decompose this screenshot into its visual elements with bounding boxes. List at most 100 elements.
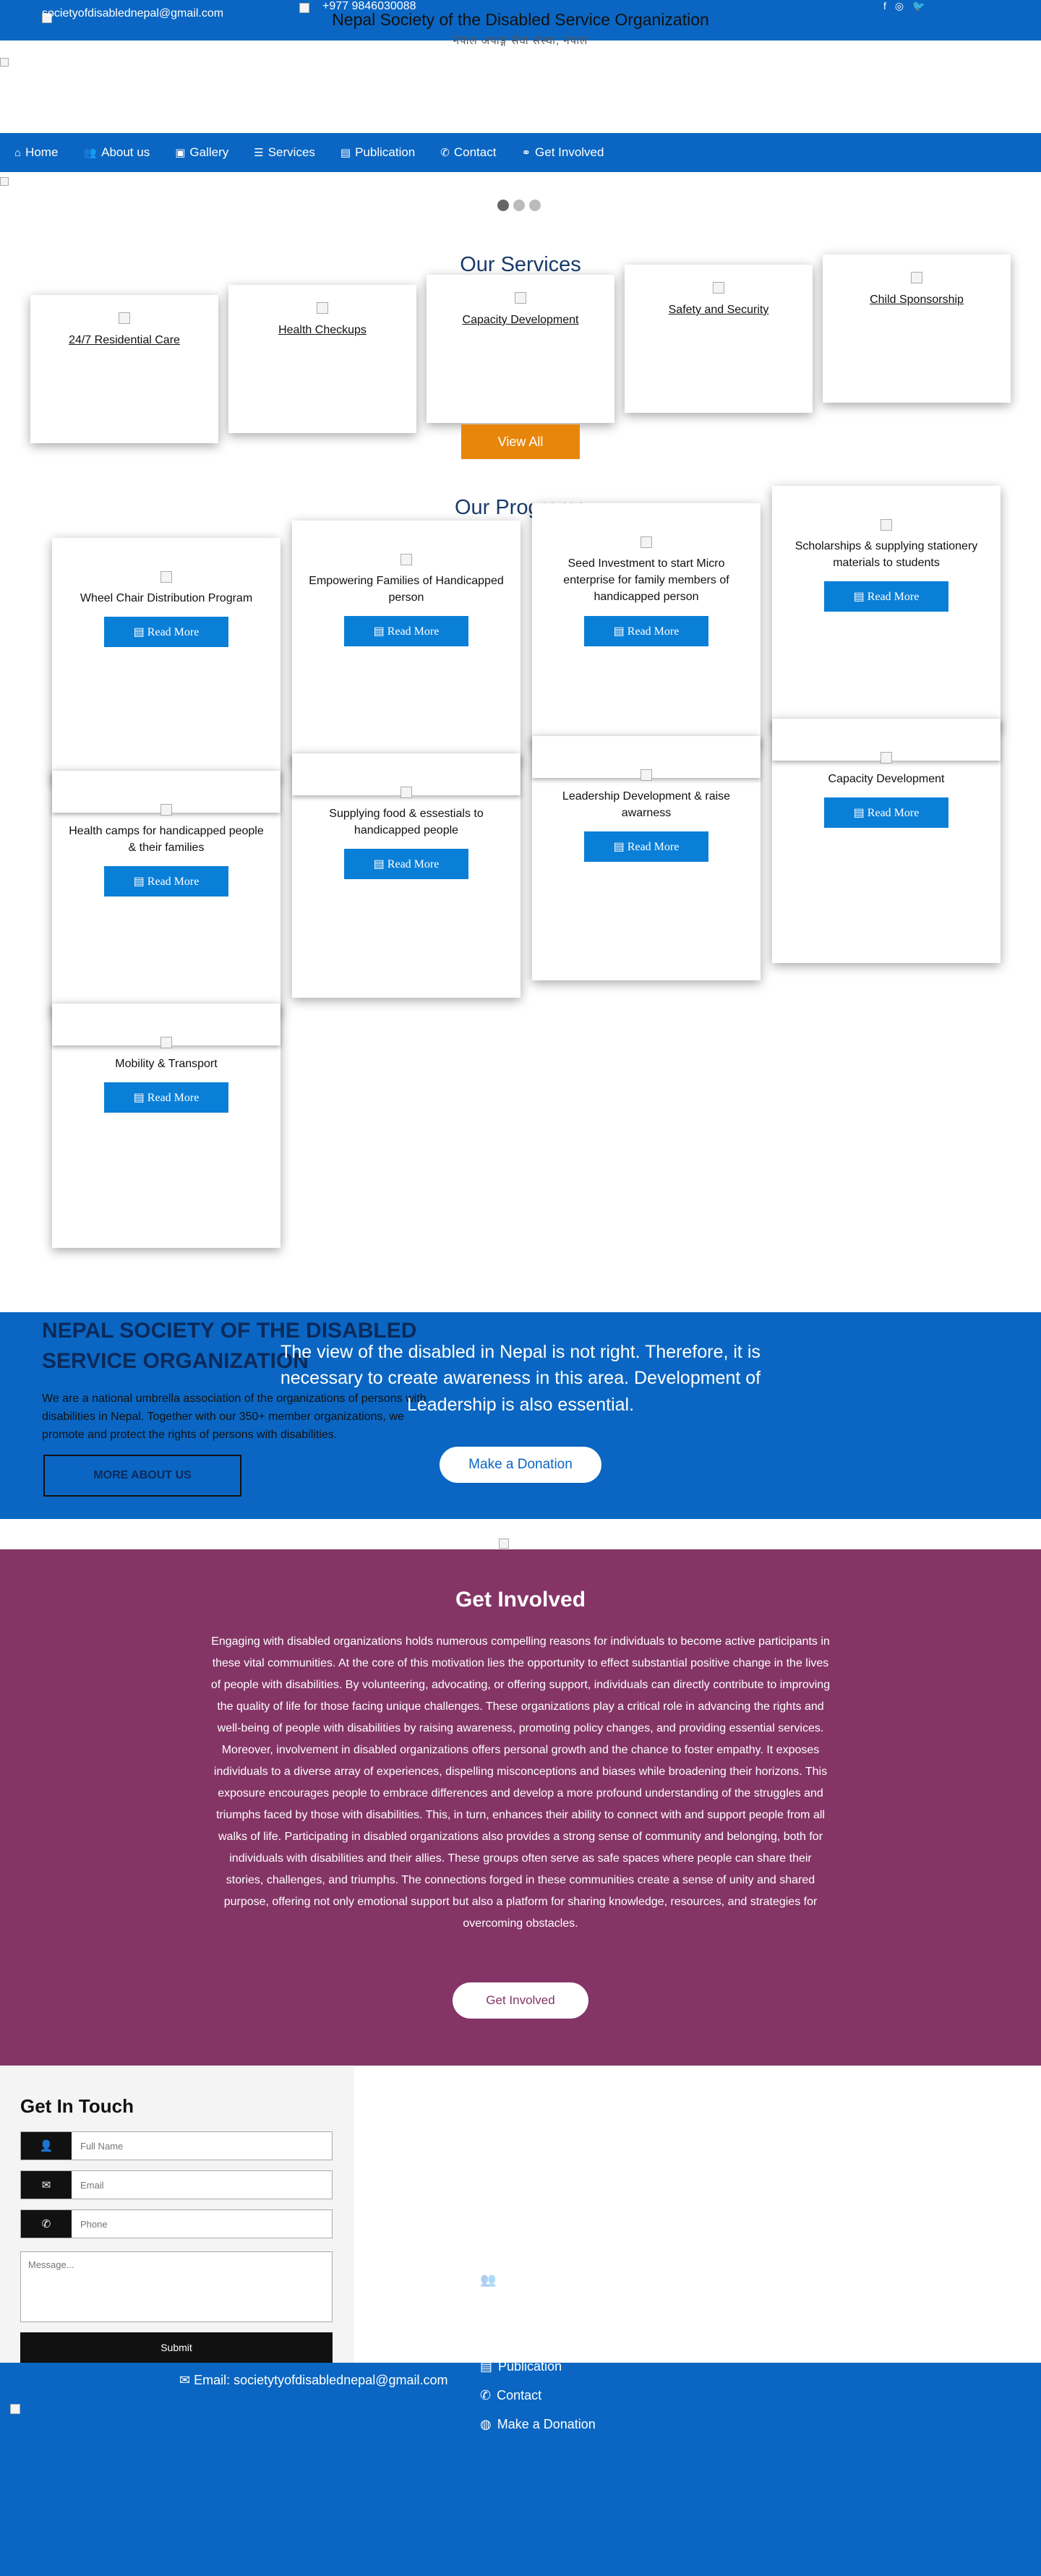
read-more-label: Read More — [627, 625, 680, 638]
program-image — [641, 536, 652, 548]
nav-gallery[interactable]: ▣ Gallery — [175, 145, 228, 160]
footer-link-publication[interactable]: ▤ Publication — [480, 2359, 562, 2374]
footer-link-label: Make a Donation — [497, 2417, 596, 2431]
read-more-label: Read More — [867, 807, 920, 820]
list-icon: ☰ — [254, 147, 264, 159]
submit-button[interactable]: Submit — [20, 2332, 333, 2363]
read-more-button[interactable]: ▤ Read More — [104, 1082, 228, 1113]
main-nav: ⌂ Home 👥 About us ▣ Gallery ☰ Services ▤ Publicat… — [0, 133, 1041, 172]
email-input[interactable] — [72, 2171, 332, 2199]
service-link[interactable]: Safety and Security — [625, 304, 813, 317]
book-icon: ▤ — [133, 1092, 147, 1105]
read-more-button[interactable]: ▤ Read More — [104, 617, 228, 648]
program-image — [881, 519, 892, 531]
service-link[interactable]: 24/7 Residential Care — [30, 334, 218, 347]
envelope-icon: ✉ — [179, 2373, 194, 2387]
fullname-input[interactable] — [72, 2132, 332, 2160]
footer-link-contact[interactable]: ✆ Contact — [480, 2388, 541, 2403]
read-more-label: Read More — [147, 876, 200, 889]
carousel-dot[interactable] — [529, 200, 541, 211]
nav-label: Publication — [355, 145, 416, 159]
book-icon: ▤ — [133, 876, 147, 889]
program-title: Scholarships & supplying stationery mate… — [794, 540, 978, 570]
service-link[interactable]: Health Checkups — [228, 324, 416, 337]
org-name: Nepal Society of the Disabled Service Or… — [332, 10, 709, 29]
book-icon: ▤ — [133, 626, 147, 639]
program-title: Empowering Families of Handicapped perso… — [309, 575, 504, 604]
program-title: Supplying food & essestials to handicapp… — [329, 808, 484, 837]
phone-input[interactable] — [72, 2210, 332, 2238]
footer-email[interactable]: ✉ Email: societytyofdisablednepal@gmail.… — [179, 2373, 448, 2388]
book-icon: ▤ — [613, 625, 627, 638]
read-more-button[interactable]: ▤ Read More — [344, 616, 468, 647]
nav-get-involved[interactable]: ⚭ Get Involved — [521, 145, 604, 160]
message-input[interactable] — [20, 2251, 333, 2322]
service-image — [911, 272, 922, 283]
nav-label: Home — [25, 145, 59, 159]
footer-link-icon: ▤ — [480, 2359, 493, 2374]
banner-image — [0, 58, 9, 67]
carousel-image — [0, 177, 9, 186]
divider-image — [499, 1539, 509, 1549]
nav-home[interactable]: ⌂ Home — [14, 145, 58, 160]
nav-label: Get Involved — [535, 145, 604, 159]
program-title: Capacity Development — [828, 773, 945, 785]
program-image — [160, 804, 172, 816]
service-card[interactable]: Safety and Security — [625, 265, 813, 413]
program-card: Empowering Families of Handicapped perso… — [292, 521, 520, 765]
program-title: Leadership Development & raise awarness — [562, 790, 731, 820]
footer-link-about-us[interactable]: 👥 About us — [480, 2272, 553, 2288]
nav-publication[interactable]: ▤ Publication — [340, 145, 415, 160]
read-more-label: Read More — [387, 625, 440, 638]
get-involved-button[interactable]: Get Involved — [453, 1982, 588, 2019]
read-more-label: Read More — [867, 591, 920, 604]
footer-email-text: Email: societytyofdisablednepal@gmail.co… — [194, 2373, 448, 2387]
program-image — [160, 571, 172, 583]
nav-services[interactable]: ☰ Services — [254, 145, 315, 160]
service-card[interactable]: Health Checkups — [228, 285, 416, 433]
read-more-button[interactable]: ▤ Read More — [104, 866, 228, 897]
nav-contact[interactable]: ✆ Contact — [440, 145, 496, 160]
user-icon: 👤 — [21, 2132, 72, 2160]
read-more-button[interactable]: ▤ Read More — [584, 831, 708, 863]
read-more-label: Read More — [387, 858, 440, 871]
carousel-dot[interactable] — [497, 200, 509, 211]
program-title: Wheel Chair Distribution Program — [80, 592, 253, 604]
email-field: ✉ — [20, 2170, 333, 2199]
read-more-label: Read More — [147, 626, 200, 639]
program-card: Health camps for handicapped people & th… — [52, 771, 280, 1015]
program-card: Mobility & Transport ▤ Read More — [52, 1004, 280, 1248]
phone-field: ✆ — [20, 2209, 333, 2238]
service-link[interactable]: Child Sponsorship — [823, 294, 1011, 307]
footer-link-gallery[interactable]: ▣ Gallery — [480, 2301, 539, 2316]
read-more-label: Read More — [147, 1092, 200, 1105]
book-icon: ▤ — [853, 807, 868, 820]
program-title: Health camps for handicapped people & th… — [69, 825, 264, 855]
program-title: Seed Investment to start Micro enterpris… — [563, 557, 729, 604]
nav-about-us[interactable]: 👥 About us — [83, 145, 150, 160]
service-card[interactable]: 24/7 Residential Care — [30, 295, 218, 443]
program-image — [400, 554, 412, 565]
service-card[interactable]: Capacity Development — [427, 275, 614, 423]
donate-button[interactable]: Make a Donation — [440, 1447, 601, 1483]
view-all-button[interactable]: View All — [461, 424, 580, 459]
carousel-dot[interactable] — [513, 200, 525, 211]
read-more-button[interactable]: ▤ Read More — [824, 581, 948, 612]
program-image — [881, 752, 892, 763]
footer-link-icon: ✆ — [480, 2388, 492, 2402]
program-title: Mobility & Transport — [115, 1058, 218, 1070]
service-card[interactable]: Child Sponsorship — [823, 254, 1011, 403]
envelope-icon: ✉ — [21, 2171, 72, 2199]
footer-link-services[interactable]: ☰ Services — [480, 2330, 547, 2345]
more-about-button[interactable]: MORE ABOUT US — [43, 1455, 241, 1497]
footer-link-make-a-donation[interactable]: ◍ Make a Donation — [480, 2417, 596, 2432]
program-card: Seed Investment to start Micro enterpris… — [532, 503, 761, 748]
read-more-button[interactable]: ▤ Read More — [344, 849, 468, 880]
phone-icon: ✆ — [21, 2210, 72, 2238]
service-link[interactable]: Capacity Development — [427, 314, 614, 327]
carousel-dots — [497, 200, 541, 211]
read-more-button[interactable]: ▤ Read More — [584, 615, 708, 646]
footer-link-home[interactable]: ⌂ Home — [480, 2243, 528, 2259]
book-icon: ▤ — [373, 858, 387, 871]
read-more-button[interactable]: ▤ Read More — [824, 797, 948, 829]
